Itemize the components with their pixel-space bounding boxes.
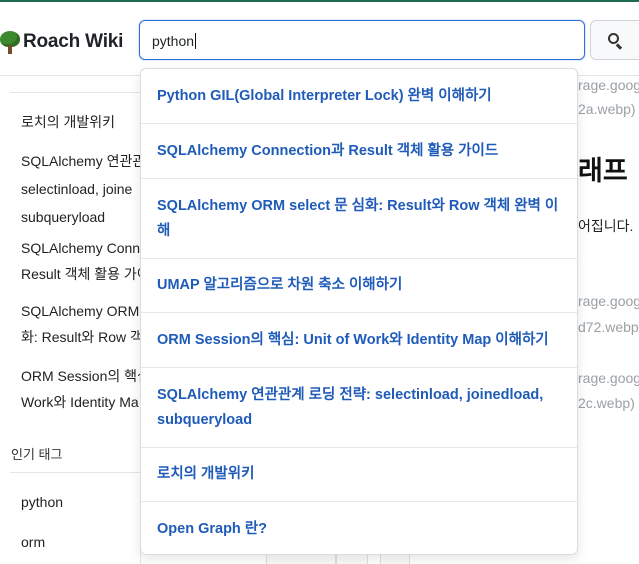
suggestion-item[interactable]: SQLAlchemy Connection과 Result 객체 활용 가이드 [141, 124, 577, 179]
table-fragment [336, 554, 368, 564]
image-url-text: 2c.webp) [578, 395, 635, 411]
suggestion-item[interactable]: Python GIL(Global Interpreter Lock) 완벽 이… [141, 69, 577, 124]
suggestion-item[interactable]: UMAP 알고리즘으로 차원 축소 이해하기 [141, 259, 577, 313]
sidebar-item-line: 화: Result와 Row 객 [21, 329, 140, 345]
sidebar-item-line: subqueryload [21, 209, 106, 225]
sidebar-item-line: ORM Session의 핵심 [21, 368, 140, 384]
sidebar-item[interactable]: SQLAlchemy ORM 화: Result와 Row 객 [21, 299, 140, 349]
suggestion-link[interactable]: ORM Session의 핵심: Unit of Work와 Identity … [157, 328, 549, 353]
suggestion-item[interactable]: Open Graph 란? [141, 502, 577, 554]
text-caret [195, 33, 197, 49]
brand-title: Roach Wiki [23, 31, 124, 52]
sidebar-item-line: SQLAlchemy Conn [21, 240, 140, 256]
sidebar-item-line: Result 객체 활용 가이 [21, 266, 140, 282]
suggestion-item[interactable]: ORM Session의 핵심: Unit of Work와 Identity … [141, 313, 577, 368]
search-icon [607, 32, 623, 49]
sidebar-item[interactable]: SQLAlchemy Conn Result 객체 활용 가이 [21, 236, 140, 286]
image-url-text: rage.goog [578, 370, 639, 386]
content-heading: 래프 [578, 156, 628, 186]
table-fragment [266, 554, 336, 564]
image-url-text: d72.webp [578, 319, 639, 335]
suggestion-link[interactable]: 로치의 개발위키 [157, 462, 254, 487]
tree-icon [0, 30, 20, 54]
header: Roach Wiki python [0, 2, 639, 76]
sidebar: 로치의 개발위키 SQLAlchemy 연관관 selectinload, jo… [0, 77, 140, 564]
search-button[interactable] [590, 20, 639, 60]
suggestion-item[interactable]: SQLAlchemy ORM select 문 심화: Result와 Row … [141, 179, 577, 259]
search-input[interactable]: python [139, 20, 585, 60]
sidebar-item-line: 로치의 개발위키 [21, 114, 116, 130]
table-fragment [380, 554, 410, 564]
image-url-text: rage.goog [578, 293, 639, 309]
suggestion-link[interactable]: Open Graph 란? [157, 517, 267, 542]
tag-link[interactable]: python [21, 490, 140, 514]
sidebar-item-line: SQLAlchemy ORM [21, 303, 140, 319]
suggestion-link[interactable]: SQLAlchemy 연관관계 로딩 전략: selectinload, joi… [157, 383, 561, 433]
sidebar-item[interactable]: SQLAlchemy 연관관 selectinload, joine subqu… [21, 149, 140, 229]
suggestion-item[interactable]: SQLAlchemy 연관관계 로딩 전략: selectinload, joi… [141, 368, 577, 448]
image-url-text: 2a.webp) [578, 101, 636, 117]
brand-link[interactable]: Roach Wiki [0, 30, 123, 54]
image-url-text: rage.goog [578, 77, 639, 93]
suggestion-item[interactable]: 로치의 개발위키 [141, 448, 577, 502]
tag-link[interactable]: orm [21, 530, 140, 554]
sidebar-divider [10, 92, 140, 93]
search-suggestions-dropdown: Python GIL(Global Interpreter Lock) 완벽 이… [140, 68, 578, 555]
search-input-value: python [152, 33, 195, 49]
sidebar-item-line: selectinload, joine [21, 181, 133, 197]
suggestion-link[interactable]: SQLAlchemy ORM select 문 심화: Result와 Row … [157, 194, 561, 244]
suggestion-link[interactable]: SQLAlchemy Connection과 Result 객체 활용 가이드 [157, 139, 498, 164]
sidebar-divider [10, 472, 140, 473]
sidebar-item[interactable]: ORM Session의 핵심 Work와 Identity Ma [21, 364, 140, 414]
sidebar-item[interactable]: 로치의 개발위키 [21, 110, 140, 134]
suggestion-link[interactable]: Python GIL(Global Interpreter Lock) 완벽 이… [157, 84, 492, 109]
main-content: rage.goog 2a.webp) 래프 어집니다. rage.goog d7… [578, 77, 639, 564]
suggestion-link[interactable]: UMAP 알고리즘으로 차원 축소 이해하기 [157, 273, 402, 298]
popular-tags-heading: 인기 태그 [11, 447, 63, 462]
sidebar-item-line: SQLAlchemy 연관관 [21, 153, 140, 169]
sidebar-item-line: Work와 Identity Ma [21, 394, 139, 410]
content-paragraph: 어집니다. [578, 218, 634, 234]
